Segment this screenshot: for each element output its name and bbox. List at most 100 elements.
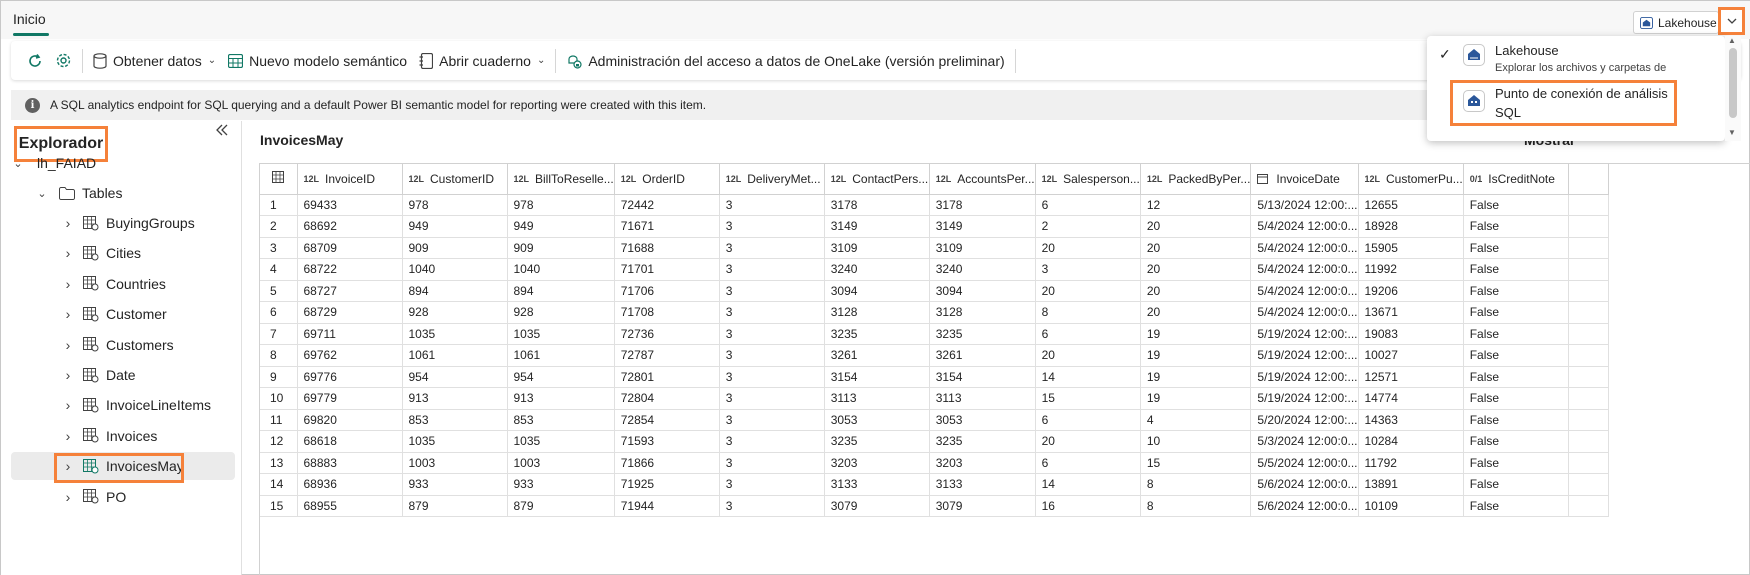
column-header-label: InvoiceDate — [1276, 171, 1340, 186]
table-cell: 5/4/2024 12:00:0... — [1250, 215, 1359, 238]
menu-scrollbar[interactable]: ▲ ▼ — [1725, 36, 1741, 141]
table-row[interactable]: 7 69711 1035 1035 72736 3 3235 3235 6 19 5/19/2024… — [260, 323, 1609, 345]
table-cell-overflow — [1568, 301, 1609, 324]
table-cell: 954 — [507, 366, 615, 388]
column-header[interactable]: 12L OrderID — [614, 164, 720, 195]
chevron-right-icon[interactable]: › — [61, 276, 75, 292]
column-header[interactable]: 12L ContactPers... — [824, 164, 930, 195]
column-header[interactable]: 12L CustomerID — [402, 164, 508, 195]
new-semantic-model-button[interactable]: Nuevo modelo semántico — [222, 46, 413, 76]
column-header[interactable]: 12L CustomerPu... — [1358, 164, 1464, 195]
chevron-right-icon[interactable]: › — [61, 337, 75, 353]
table-row[interactable]: 8 69762 1061 1061 72787 3 3261 3261 20 19 5/19/202… — [260, 344, 1609, 367]
table-cell: 3240 — [824, 258, 930, 281]
refresh-button[interactable] — [21, 46, 49, 76]
chevron-right-icon[interactable]: › — [61, 306, 75, 322]
chevron-right-icon[interactable]: › — [61, 245, 75, 261]
table-row[interactable]: 12 68618 1035 1035 71593 3 3235 3235 20 10 5/3/202… — [260, 430, 1609, 453]
table-icon — [83, 276, 99, 291]
selection-highlight-sql-endpoint — [1450, 80, 1677, 126]
table-row[interactable]: 5 68727 894 894 71706 3 3094 3094 20 20 5/4/2024 1… — [260, 280, 1609, 302]
table-row[interactable]: 13 68883 1003 1003 71866 3 3203 3203 6 15 5/5/2024… — [260, 452, 1609, 474]
column-header[interactable]: 12L Salesperson... — [1035, 164, 1141, 195]
column-type-icon: 12L — [1041, 173, 1058, 184]
row-number-header[interactable] — [260, 164, 298, 195]
mode-selector-button[interactable]: Lakehouse — [1633, 11, 1719, 34]
table-row[interactable]: 6 68729 928 928 71708 3 3128 3128 8 20 5/4/2024 12… — [260, 301, 1609, 324]
chevron-right-icon[interactable]: › — [61, 215, 75, 231]
row-number: 4 — [260, 258, 298, 281]
column-header[interactable]: 0/1 IsCreditNote — [1463, 164, 1569, 195]
column-header[interactable]: InvoiceDate — [1250, 164, 1359, 195]
table-cell: 1035 — [402, 323, 508, 345]
column-header-label: PackedByPer... — [1168, 171, 1251, 186]
tree-item-cities[interactable]: › Cities — [11, 239, 235, 267]
tree-item-label: Cities — [106, 245, 142, 262]
table-row[interactable]: 15 68955 879 879 71944 3 3079 3079 16 8 5/6/2024 1… — [260, 495, 1609, 517]
table-row[interactable]: 9 69776 954 954 72801 3 3154 3154 14 19 5/19/2024 … — [260, 366, 1609, 388]
table-row[interactable]: 1 69433 978 978 72442 3 3178 3178 6 12 5/13/2024 1… — [260, 194, 1609, 216]
onelake-access-button[interactable]: Administración del acceso a datos de One… — [560, 46, 1010, 76]
tree-item-po[interactable]: › PO — [11, 483, 235, 511]
column-header[interactable]: 12L BillToReselle... — [507, 164, 615, 195]
table-cell: 69820 — [297, 409, 403, 431]
column-header[interactable]: 12L InvoiceID — [297, 164, 403, 195]
table-cell: 71706 — [614, 280, 720, 302]
table-cell: 3178 — [824, 194, 930, 216]
table-cell: 5/3/2024 12:00:0... — [1250, 430, 1359, 453]
column-header-label: CustomerID — [430, 171, 495, 186]
table-cell: 5/13/2024 12:00:... — [1250, 194, 1359, 216]
scrollbar-thumb[interactable] — [1729, 48, 1737, 118]
tree-item-customer[interactable]: › Customer — [11, 300, 235, 328]
table-cell: 1061 — [402, 344, 508, 367]
tree-item-tables-folder[interactable]: ⌄ Tables — [11, 179, 235, 207]
column-type-icon: 12L — [1364, 173, 1381, 184]
column-header[interactable]: 12L AccountsPer... — [929, 164, 1036, 195]
chevron-right-icon[interactable]: › — [61, 397, 75, 413]
column-header-label: CustomerPu... — [1386, 171, 1463, 186]
chevron-right-icon[interactable]: › — [61, 489, 75, 505]
mode-dropdown-button[interactable] — [1718, 7, 1745, 35]
table-row[interactable]: 2 68692 949 949 71671 3 3149 3149 2 20 5/4/2024 12… — [260, 215, 1609, 238]
tab-home[interactable]: Inicio — [13, 11, 46, 27]
table-row[interactable]: 4 68722 1040 1040 71701 3 3240 3240 3 20 5/4/2024 … — [260, 258, 1609, 281]
chevron-right-icon[interactable]: › — [61, 428, 75, 444]
collapse-pane-button[interactable] — [215, 123, 229, 140]
database-icon — [93, 52, 107, 69]
open-notebook-button[interactable]: Abrir cuaderno ⌄ — [413, 46, 551, 76]
tree-item-buyinggroups[interactable]: › BuyingGroups — [11, 209, 235, 237]
tree-item-customers[interactable]: › Customers — [11, 331, 235, 359]
table-cell: 69711 — [297, 323, 403, 345]
table-cell: 20 — [1140, 301, 1252, 324]
table-cell: 19206 — [1358, 280, 1464, 302]
column-header[interactable]: 12L DeliveryMet... — [719, 164, 825, 195]
settings-button[interactable] — [49, 46, 78, 76]
table-row[interactable]: 10 69779 913 913 72804 3 3113 3113 15 19 5/19/2024… — [260, 387, 1609, 410]
get-data-button[interactable]: Obtener datos ⌄ — [87, 46, 222, 76]
tree-item-invoices[interactable]: › Invoices — [11, 422, 235, 450]
tree-item-label: Invoices — [106, 427, 158, 444]
table-row[interactable]: 14 68936 933 933 71925 3 3133 3133 14 8 5/6/2024 1… — [260, 473, 1609, 496]
chevron-right-icon[interactable]: › — [61, 367, 75, 383]
option-lakehouse[interactable]: Lakehouse — [1495, 43, 1559, 58]
table-cell: 14 — [1035, 473, 1141, 496]
table-cell: 11792 — [1358, 452, 1464, 474]
tree-item-invoicelineitems[interactable]: › InvoiceLineItems — [11, 391, 235, 419]
double-chevron-left-icon — [216, 124, 228, 136]
tree-item-lakehouse[interactable]: ⌄ lh_FAIAD — [11, 149, 235, 177]
table-cell-overflow — [1568, 258, 1609, 281]
scroll-up-icon[interactable]: ▲ — [1728, 36, 1736, 45]
tree-item-date[interactable]: › Date — [11, 361, 235, 389]
table-cell: 3261 — [824, 344, 930, 367]
table-cell: 69776 — [297, 366, 403, 388]
scroll-down-icon[interactable]: ▼ — [1728, 128, 1736, 137]
table-cell: 8 — [1140, 473, 1252, 496]
table-cell: 978 — [402, 194, 508, 216]
tree-item-countries[interactable]: › Countries — [11, 270, 235, 298]
column-header[interactable]: 12L PackedByPer... — [1140, 164, 1252, 195]
table-cell: 6 — [1035, 409, 1141, 431]
column-header-overflow[interactable] — [1568, 164, 1609, 195]
table-row[interactable]: 3 68709 909 909 71688 3 3109 3109 20 20 5/4/2024 1… — [260, 237, 1609, 259]
table-icon — [83, 397, 99, 413]
table-row[interactable]: 11 69820 853 853 72854 3 3053 3053 6 4 5/20/2024 1… — [260, 409, 1609, 431]
